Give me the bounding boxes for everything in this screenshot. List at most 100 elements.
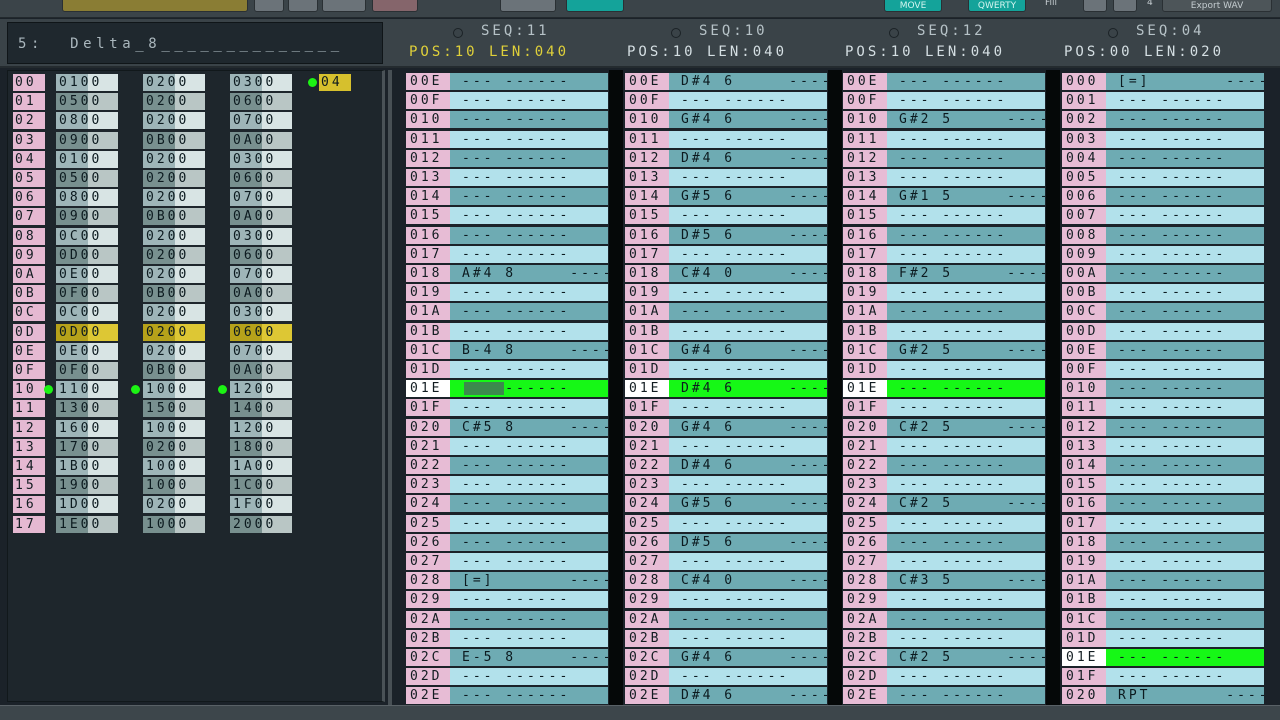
note-cell[interactable]: --- ------	[669, 610, 827, 628]
sequence-header[interactable]: SEQ:11 POS:10 LEN:040	[405, 19, 617, 68]
note-cell[interactable]: --- ------	[887, 361, 1045, 378]
note-cell[interactable]: C#4 0 ----	[669, 265, 827, 282]
sequence-enable-toggle[interactable]	[1108, 28, 1118, 38]
order-cell[interactable]: 0B00	[143, 362, 205, 379]
order-index[interactable]: 0B	[13, 285, 45, 303]
note-cell[interactable]: --- ------	[887, 245, 1045, 263]
order-cell[interactable]: 0300	[230, 74, 292, 91]
note-cell[interactable]: --- ------	[669, 207, 827, 225]
note-cell[interactable]: --- ------	[1106, 629, 1264, 647]
order-index[interactable]: 07	[13, 208, 45, 226]
note-cell[interactable]: --- ------	[450, 553, 608, 570]
order-index[interactable]: 0C	[13, 304, 45, 322]
order-cell[interactable]: 1B00	[56, 458, 118, 475]
note-cell[interactable]: --- ------	[887, 687, 1045, 705]
note-cell[interactable]: A#4 8 ----	[450, 265, 608, 282]
note-cell[interactable]: C#5 8 ----	[450, 418, 608, 436]
order-index[interactable]: 13	[13, 438, 45, 456]
order-cell[interactable]: 0700	[230, 266, 292, 283]
note-cell[interactable]: G#4 6 ----	[669, 649, 827, 666]
order-cell[interactable]: 0300	[230, 304, 292, 322]
note-cell[interactable]: --- ------	[450, 303, 608, 321]
note-cell[interactable]: D#4 6 ----	[669, 687, 827, 705]
note-cell[interactable]: --- ------	[450, 284, 608, 302]
order-cell[interactable]: 0200	[143, 189, 205, 207]
order-index[interactable]: 17	[13, 515, 45, 533]
order-index[interactable]: 0F	[13, 362, 45, 379]
note-cell[interactable]: --- ------	[1106, 553, 1264, 570]
order-cell[interactable]: 0600	[230, 323, 292, 341]
note-cell[interactable]: --- ------	[1106, 514, 1264, 532]
note-cell[interactable]: --- ------	[1106, 188, 1264, 206]
note-cell[interactable]: --- ------	[1106, 380, 1264, 398]
note-cell[interactable]: --- ------	[887, 553, 1045, 570]
note-cell[interactable]: G#4 6 ----	[669, 418, 827, 436]
note-cell[interactable]: --- ------	[450, 226, 608, 244]
note-cell[interactable]: C#2 5 ----	[887, 649, 1045, 666]
note-cell[interactable]: --- ------	[887, 207, 1045, 225]
note-cell[interactable]: --- ------	[887, 457, 1045, 474]
order-cell[interactable]: 0800	[56, 189, 118, 207]
note-cell[interactable]: C#2 5 ----	[887, 418, 1045, 436]
toolbar-small-button-3[interactable]	[322, 0, 366, 12]
note-cell[interactable]: --- ------	[450, 514, 608, 532]
note-cell[interactable]: --- ------	[1106, 265, 1264, 282]
order-cell[interactable]: 1000	[143, 419, 205, 437]
order-cell[interactable]: 0700	[230, 189, 292, 207]
note-cell[interactable]: --- ------	[450, 687, 608, 705]
sequence-enable-toggle[interactable]	[889, 28, 899, 38]
note-cell[interactable]: --- ------	[1106, 437, 1264, 455]
order-cell[interactable]: 0800	[56, 112, 118, 130]
note-cell[interactable]: --- ------	[887, 514, 1045, 532]
note-cell[interactable]: --- ------	[887, 533, 1045, 551]
note-cell[interactable]: --- ------	[1106, 92, 1264, 110]
order-cell[interactable]: 0200	[143, 74, 205, 91]
order-cell[interactable]: 0300	[230, 227, 292, 245]
qwerty-button[interactable]: QWERTY	[968, 0, 1026, 12]
toolbar-small-button-1[interactable]	[254, 0, 284, 12]
note-cell[interactable]: --- ------	[887, 92, 1045, 110]
note-cell[interactable]: --- ------	[450, 457, 608, 474]
note-cell[interactable]: --- ------	[669, 437, 827, 455]
note-cell[interactable]: --- ------	[450, 322, 608, 340]
order-cell[interactable]: 1D00	[56, 496, 118, 514]
order-cell[interactable]: 0600	[230, 246, 292, 264]
note-cell[interactable]: --- ------	[669, 92, 827, 110]
order-cell[interactable]: 0300	[230, 150, 292, 168]
note-cell[interactable]: --- ------	[887, 668, 1045, 686]
order-cell[interactable]: 1900	[56, 477, 118, 495]
order-index[interactable]: 11	[13, 400, 45, 418]
order-cell[interactable]: 0B00	[143, 208, 205, 226]
order-cell[interactable]: 0700	[230, 112, 292, 130]
note-cell[interactable]: G#4 6 ----	[669, 111, 827, 129]
note-cell[interactable]: --- ------	[450, 188, 608, 206]
sequence-enable-toggle[interactable]	[453, 28, 463, 38]
order-index[interactable]: 05	[13, 170, 45, 187]
note-cell[interactable]: --- ------	[669, 361, 827, 378]
note-cell[interactable]: --- ------	[669, 399, 827, 417]
order-cell[interactable]: 0200	[143, 438, 205, 456]
order-index[interactable]: 0D	[13, 323, 45, 341]
note-cell[interactable]: --- ------	[1106, 322, 1264, 340]
note-cell[interactable]: --- ------	[887, 73, 1045, 90]
order-cell[interactable]: 0C00	[56, 304, 118, 322]
note-cell[interactable]: --- ------	[1106, 591, 1264, 609]
order-cell[interactable]: 0600	[230, 93, 292, 111]
order-index[interactable]: 02	[13, 112, 45, 130]
order-index[interactable]: 10	[13, 381, 45, 399]
note-cell[interactable]: C#4 0 ----	[669, 572, 827, 590]
order-cell[interactable]: 0700	[230, 342, 292, 360]
order-cell[interactable]: 1C00	[230, 477, 292, 495]
note-cell[interactable]: G#4 6 ----	[669, 341, 827, 359]
song-name-field[interactable]: 5: Delta_8______________	[7, 22, 383, 64]
order-cell[interactable]: 0600	[230, 170, 292, 187]
order-cell[interactable]: 0200	[143, 266, 205, 283]
note-cell[interactable]: F#2 5 ----	[887, 265, 1045, 282]
note-cell[interactable]: --- ------	[1106, 226, 1264, 244]
order-cell[interactable]: 1700	[56, 438, 118, 456]
order-cell[interactable]: 0F00	[56, 362, 118, 379]
bottom-scrollbar[interactable]	[0, 705, 1280, 720]
order-cell[interactable]: 0E00	[56, 266, 118, 283]
order-cell[interactable]: 0B00	[143, 285, 205, 303]
note-cell[interactable]: --- ------	[669, 668, 827, 686]
